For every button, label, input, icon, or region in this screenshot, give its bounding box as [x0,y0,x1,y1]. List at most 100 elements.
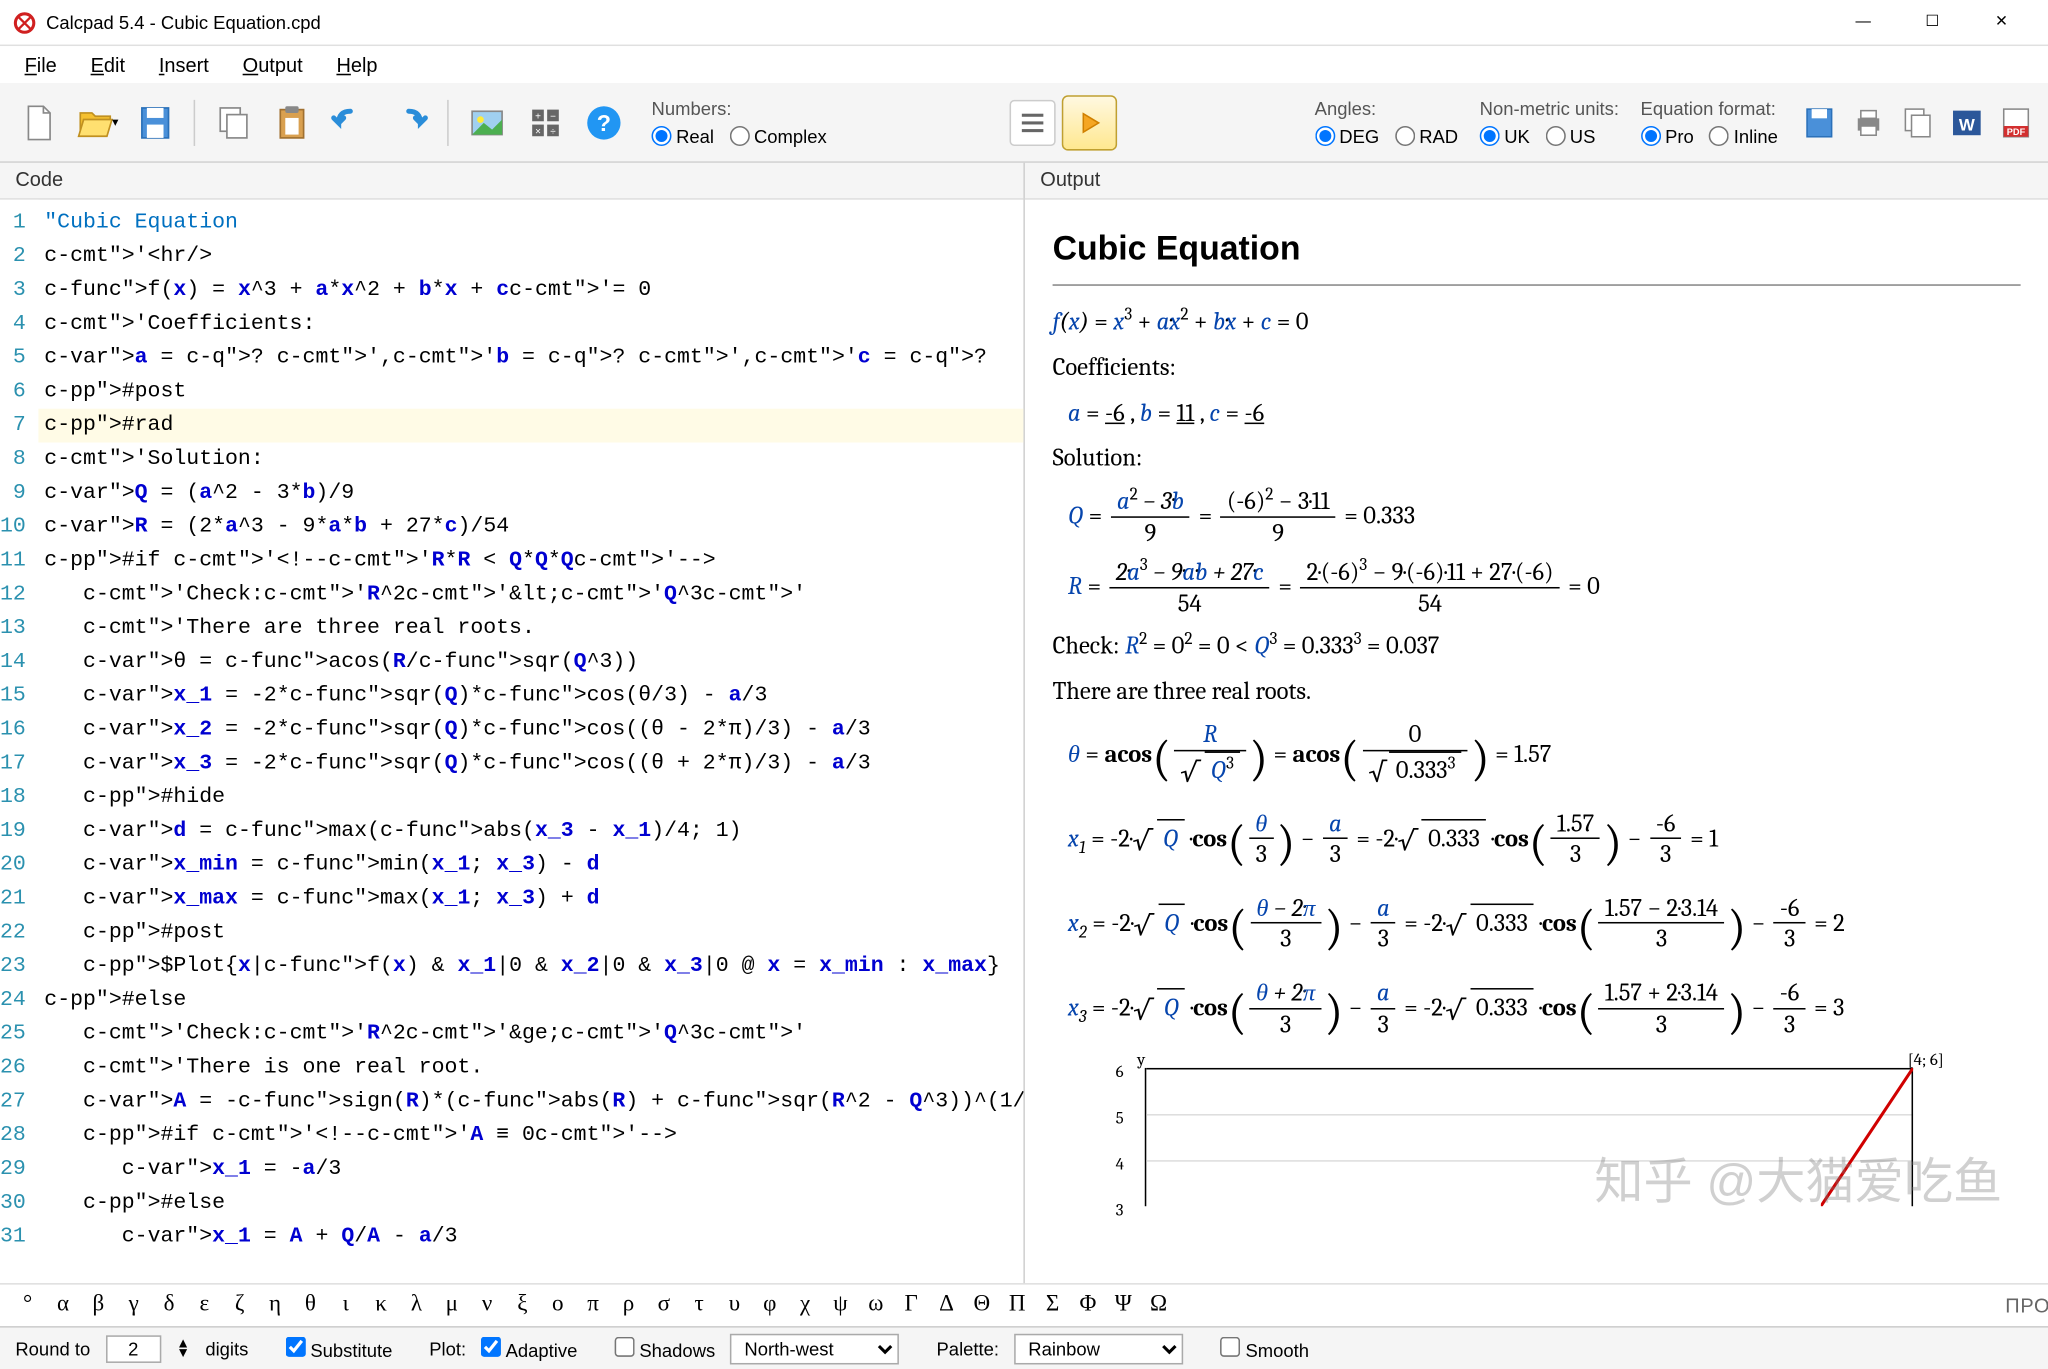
redo-button[interactable] [383,96,435,148]
substitute-checkbox[interactable]: Substitute [285,1336,392,1361]
code-line[interactable]: c-var">x_1 = -2*c-func">sqr(Q)*c-func">c… [38,679,1023,713]
code-line[interactable]: c-var">d = c-func">max(c-func">abs(x_3 -… [38,814,1023,848]
code-line[interactable]: c-var">x_2 = -2*c-func">sqr(Q)*c-func">c… [38,713,1023,747]
greek-char[interactable]: κ [366,1292,397,1318]
code-line[interactable]: c-func">f(x) = x^3 + a*x^2 + b*x + cc-cm… [38,274,1023,308]
greek-char[interactable]: ψ [825,1292,856,1318]
code-line[interactable]: c-pp">#else [38,983,1023,1017]
new-button[interactable] [12,96,64,148]
greek-char[interactable]: ι [330,1292,361,1318]
word-icon[interactable]: W [1947,102,1987,142]
greek-char[interactable]: γ [118,1292,149,1318]
code-line[interactable]: c-pp">#rad [38,409,1023,443]
save-button[interactable] [129,96,181,148]
help-button[interactable]: ? [578,96,630,148]
code-line[interactable]: c-pp">#if c-cmt">'<!--c-cmt">'R*R < Q*Q*… [38,544,1023,578]
copy-button[interactable] [207,96,259,148]
greek-char[interactable]: α [48,1292,79,1318]
radio-inline[interactable]: Inline [1709,125,1778,147]
code-line[interactable]: c-pp">#post [38,916,1023,950]
code-line[interactable]: c-var">x_1 = -a/3 [38,1152,1023,1186]
greek-char[interactable]: Δ [931,1292,962,1318]
toggle-view-button[interactable] [1009,99,1055,145]
greek-char[interactable]: δ [154,1292,185,1318]
code-line[interactable]: c-var">x_min = c-func">min(x_1; x_3) - d [38,848,1023,882]
radio-pro[interactable]: Pro [1641,125,1694,147]
menu-file[interactable]: File [9,48,72,80]
code-line[interactable]: "Cubic Equation [38,206,1023,240]
greek-char[interactable]: φ [754,1292,785,1318]
radio-us[interactable]: US [1545,125,1595,147]
code-line[interactable]: c-pp">#hide [38,781,1023,815]
greek-char[interactable]: ω [860,1292,891,1318]
greek-char[interactable]: Σ [1037,1292,1068,1318]
open-button[interactable]: ▾ [71,96,123,148]
greek-char[interactable]: Φ [1073,1292,1104,1318]
greek-char[interactable]: Ψ [1108,1292,1139,1318]
code-line[interactable]: c-pp">#post [38,375,1023,409]
code-line[interactable]: c-pp">#else [38,1186,1023,1220]
palette-select[interactable]: Rainbow [1014,1333,1183,1364]
round-digits-input[interactable] [106,1335,161,1363]
greek-char[interactable]: ° [12,1292,43,1318]
run-button[interactable] [1062,95,1117,150]
copy-output-icon[interactable] [1898,102,1938,142]
spinner-icon[interactable]: ▲▼ [176,1340,190,1357]
greek-char[interactable]: η [260,1292,291,1318]
code-line[interactable]: c-cmt">'There is one real root. [38,1051,1023,1085]
maximize-button[interactable]: ☐ [1898,0,1967,45]
close-button[interactable]: ✕ [1967,0,2036,45]
direction-select[interactable]: North-west [731,1333,900,1364]
save-output-icon[interactable] [1799,102,1839,142]
smooth-checkbox[interactable]: Smooth [1220,1336,1309,1361]
code-line[interactable]: c-cmt">'Solution: [38,443,1023,477]
code-line[interactable]: c-pp">$Plot{x|c-func">f(x) & x_1|0 & x_2… [38,950,1023,984]
undo-button[interactable] [324,96,376,148]
code-line[interactable]: c-var">x_1 = A + Q/A - a/3 [38,1220,1023,1254]
greek-char[interactable]: Π [1002,1292,1033,1318]
greek-char[interactable]: Ω [1143,1292,1174,1318]
menu-output[interactable]: Output [227,48,318,80]
greek-char[interactable]: λ [401,1292,432,1318]
print-icon[interactable] [1849,102,1889,142]
greek-char[interactable]: ν [472,1292,503,1318]
code-line[interactable]: c-var">R = (2*a^3 - 9*a*b + 27*c)/54 [38,510,1023,544]
code-line[interactable]: c-cmt">'Coefficients: [38,307,1023,341]
radio-rad[interactable]: RAD [1395,125,1459,147]
menu-insert[interactable]: Insert [143,48,224,80]
greek-char[interactable]: ζ [224,1292,255,1318]
greek-char[interactable]: θ [295,1292,326,1318]
greek-char[interactable]: ρ [613,1292,644,1318]
code-line[interactable]: c-var">x_3 = -2*c-func">sqr(Q)*c-func">c… [38,747,1023,781]
greek-char[interactable]: σ [648,1292,679,1318]
greek-char[interactable]: χ [790,1292,821,1318]
image-button[interactable] [461,96,513,148]
code-line[interactable]: c-cmt">'There are three real roots. [38,612,1023,646]
code-line[interactable]: c-var">θ = c-func">acos(R/c-func">sqr(Q^… [38,645,1023,679]
adaptive-checkbox[interactable]: Adaptive [482,1336,578,1361]
paste-button[interactable] [266,96,318,148]
greek-char[interactable]: π [578,1292,609,1318]
greek-char[interactable]: ο [542,1292,573,1318]
minimize-button[interactable]: — [1829,0,1898,45]
calc-button[interactable]: +−×÷ [519,96,571,148]
greek-char[interactable]: Θ [967,1292,998,1318]
code-editor[interactable]: 1234567891011121314151617181920212223242… [0,200,1023,1283]
pdf-icon[interactable]: PDF [1996,102,2036,142]
radio-uk[interactable]: UK [1480,125,1530,147]
code-line[interactable]: c-pp">#if c-cmt">'<!--c-cmt">'A ≡ 0c-cmt… [38,1119,1023,1153]
greek-char[interactable]: υ [719,1292,750,1318]
code-line[interactable]: c-var">A = -c-func">sign(R)*(c-func">abs… [38,1085,1023,1119]
greek-char[interactable]: β [83,1292,114,1318]
code-line[interactable]: c-var">x_max = c-func">max(x_1; x_3) + d [38,882,1023,916]
code-line[interactable]: c-cmt">'Check:c-cmt">'R^2c-cmt">'&ge;c-c… [38,1017,1023,1051]
shadows-checkbox[interactable]: Shadows [614,1336,715,1361]
greek-char[interactable]: Γ [896,1292,927,1318]
code-line[interactable]: c-cmt">'Check:c-cmt">'R^2c-cmt">'&lt;c-c… [38,578,1023,612]
code-line[interactable]: c-cmt">'<hr/> [38,240,1023,274]
menu-help[interactable]: Help [321,48,393,80]
menu-edit[interactable]: Edit [75,48,140,80]
code-line[interactable]: c-var">a = c-q">? c-cmt">',c-cmt">'b = c… [38,341,1023,375]
radio-complex[interactable]: Complex [729,125,826,147]
greek-char[interactable]: τ [684,1292,715,1318]
